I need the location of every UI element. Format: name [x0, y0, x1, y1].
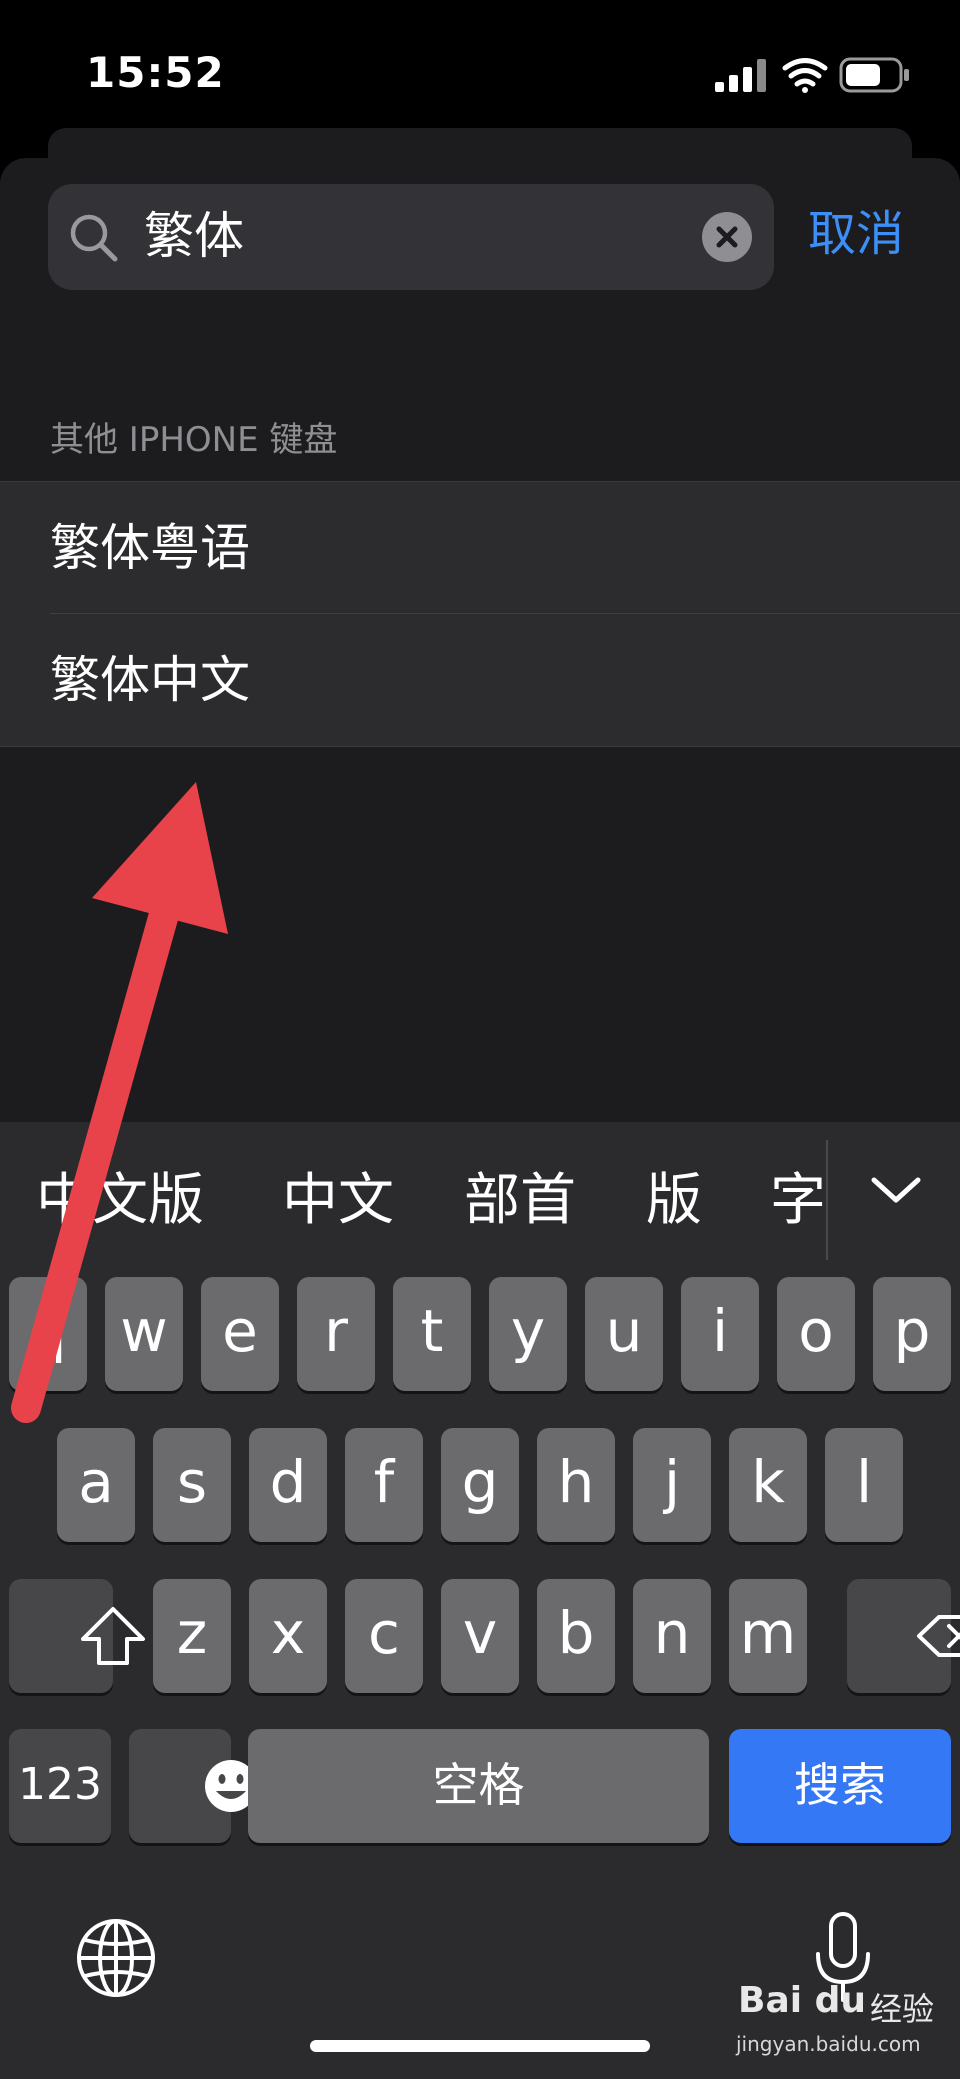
search-field[interactable]: 繁体 [48, 184, 774, 290]
key-f[interactable]: f [345, 1428, 423, 1542]
candidate-item[interactable]: 字 [770, 1168, 826, 1234]
status-time: 15:52 [86, 48, 225, 97]
key-d[interactable]: d [249, 1428, 327, 1542]
key-c[interactable]: c [345, 1579, 423, 1693]
key-j[interactable]: j [633, 1428, 711, 1542]
key-k[interactable]: k [729, 1428, 807, 1542]
watermark-logo: Bai du [738, 1980, 867, 2021]
cancel-button[interactable]: 取消 [808, 206, 904, 262]
key-r[interactable]: r [297, 1277, 375, 1391]
shift-icon [81, 1607, 145, 1665]
key-e[interactable]: e [201, 1277, 279, 1391]
key-z[interactable]: z [153, 1579, 231, 1693]
list-item-chinese-traditional[interactable]: 繁体中文 [0, 614, 960, 746]
key-g[interactable]: g [441, 1428, 519, 1542]
home-indicator[interactable] [310, 2040, 650, 2052]
backspace-icon [917, 1615, 960, 1657]
key-w[interactable]: w [105, 1277, 183, 1391]
status-icons [713, 56, 913, 96]
key-l[interactable]: l [825, 1428, 903, 1542]
candidate-divider [826, 1140, 828, 1260]
key-y[interactable]: y [489, 1277, 567, 1391]
key-x[interactable]: x [249, 1579, 327, 1693]
key-m[interactable]: m [729, 1579, 807, 1693]
search-icon [68, 212, 120, 264]
key-h[interactable]: h [537, 1428, 615, 1542]
key-q[interactable]: q [9, 1277, 87, 1391]
search-input[interactable]: 繁体 [144, 208, 244, 264]
list-item-label: 繁体粤语 [50, 519, 250, 577]
key-s[interactable]: s [153, 1428, 231, 1542]
candidate-item[interactable]: 版 [646, 1168, 702, 1234]
list-item-cantonese-traditional[interactable]: 繁体粤语 [0, 482, 960, 614]
key-a[interactable]: a [57, 1428, 135, 1542]
section-header: 其他 IPHONE 键盘 [50, 420, 338, 460]
watermark: Bai du 经验 jingyan.baidu.com [730, 1980, 950, 2060]
key-i[interactable]: i [681, 1277, 759, 1391]
candidate-item[interactable]: 中文版 [36, 1168, 204, 1234]
search-key[interactable]: 搜索 [729, 1729, 951, 1843]
key-o[interactable]: o [777, 1277, 855, 1391]
space-key[interactable]: 空格 [248, 1729, 709, 1843]
results-list: 繁体粤语 繁体中文 [0, 481, 960, 747]
battery-icon [839, 57, 909, 93]
key-t[interactable]: t [393, 1277, 471, 1391]
list-item-label: 繁体中文 [50, 651, 250, 709]
chevron-down-icon[interactable] [866, 1168, 926, 1218]
key-p[interactable]: p [873, 1277, 951, 1391]
emoji-key[interactable] [129, 1729, 257, 1843]
key-n[interactable]: n [633, 1579, 711, 1693]
signal-icon [715, 59, 766, 92]
key-u[interactable]: u [585, 1277, 663, 1391]
candidate-item[interactable]: 中文 [282, 1168, 394, 1234]
globe-icon[interactable] [74, 1916, 158, 2000]
watermark-url: jingyan.baidu.com [736, 2032, 921, 2056]
wifi-icon [782, 58, 828, 93]
backspace-key[interactable] [847, 1579, 960, 1693]
numbers-key[interactable]: 123 [9, 1729, 111, 1843]
clear-icon[interactable] [702, 212, 752, 262]
candidate-bar: 中文版 中文 部首 版 字 [0, 1122, 960, 1272]
candidate-item[interactable]: 部首 [464, 1168, 576, 1234]
shift-key[interactable] [9, 1579, 145, 1693]
key-v[interactable]: v [441, 1579, 519, 1693]
key-b[interactable]: b [537, 1579, 615, 1693]
watermark-brand: 经验 [870, 1990, 935, 2028]
